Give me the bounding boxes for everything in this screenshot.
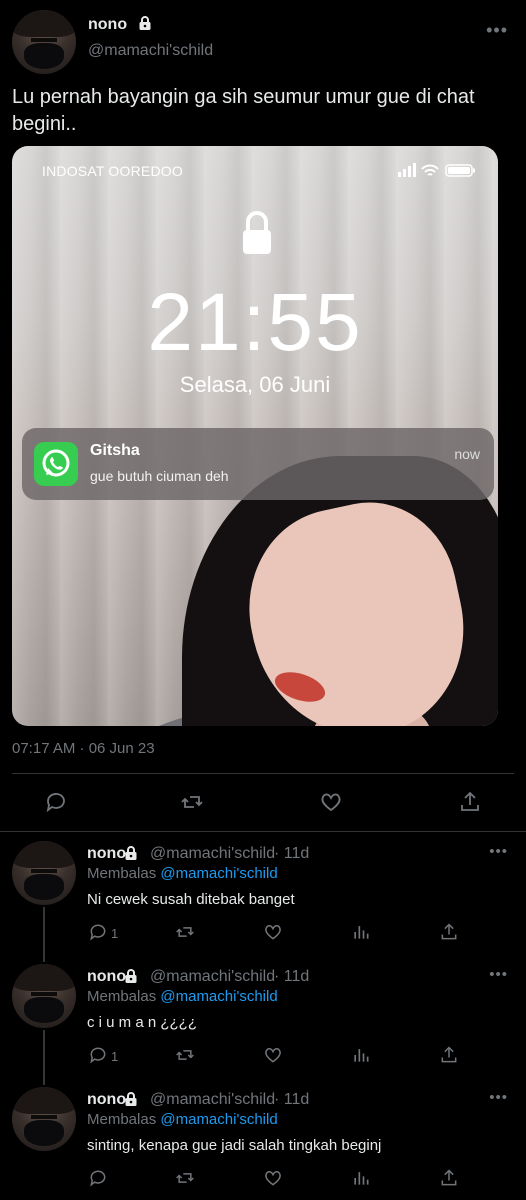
analytics-icon[interactable] [351,1045,371,1065]
reply-age[interactable]: · 11d [274,845,309,863]
reply-icon[interactable] [88,1168,108,1188]
notification-time: now [454,446,480,462]
reply-icon[interactable] [88,1045,108,1065]
protected-lock-icon [125,1092,137,1106]
reply-text: c i u m a n ¿¿¿¿ [87,1014,198,1031]
more-options-icon[interactable]: ••• [489,966,508,983]
reply-author-name[interactable]: nono [87,968,126,986]
more-options-icon[interactable]: ••• [489,843,508,860]
lock-screen-lock-icon [243,211,271,254]
replying-to: Membalas @mamachi'schild [87,865,278,882]
thread-line [43,1030,45,1085]
replying-to: Membalas @mamachi'schild [87,1111,278,1128]
lock-screen-clock: 21:55 [147,277,363,368]
reply-author-handle[interactable]: @mamachi'schild [150,845,275,863]
reply-avatar[interactable] [12,841,76,905]
more-options-icon[interactable]: ••• [486,20,508,41]
replying-prefix: Membalas [87,988,157,1005]
protected-lock-icon [125,846,137,860]
retweet-icon[interactable] [175,922,195,942]
replying-to-handle[interactable]: @mamachi'schild [160,1111,277,1128]
reply-author-name[interactable]: nono [87,1091,126,1109]
divider [12,773,514,774]
replying-prefix: Membalas [87,865,157,882]
protected-lock-icon [125,969,137,983]
notification-title: Gitsha [90,442,140,459]
carrier-label: INDOSAT OOREDOO [42,163,183,179]
share-icon[interactable] [458,790,482,814]
replying-to: Membalas @mamachi'schild [87,988,278,1005]
lock-screen-date: Selasa, 06 Juni [179,372,331,397]
like-icon[interactable] [263,1045,283,1065]
share-icon[interactable] [439,1045,459,1065]
reply-count: 1 [111,1049,119,1064]
notification-banner[interactable]: Gitsha gue butuh ciuman deh now [22,428,494,500]
like-icon[interactable] [263,1168,283,1188]
replying-prefix: Membalas [87,1111,157,1128]
reply-text: sinting, kenapa gue jadi salah tingkah b… [87,1137,382,1154]
reply-age[interactable]: · 11d [274,1091,309,1109]
reply-avatar[interactable] [12,964,76,1028]
analytics-icon[interactable] [351,1168,371,1188]
more-options-icon[interactable]: ••• [489,1089,508,1106]
author-avatar[interactable] [12,10,76,74]
status-bar-icons [398,163,475,177]
divider [0,831,526,832]
replying-to-handle[interactable]: @mamachi'schild [160,988,277,1005]
like-icon[interactable] [263,922,283,942]
like-icon[interactable] [319,790,343,814]
reply-icon[interactable] [44,790,68,814]
tweet-media-image[interactable]: INDOSAT OOREDOO 21:55 Selasa, 06 Juni Gi… [12,146,498,726]
thread-line [43,907,45,962]
share-icon[interactable] [439,922,459,942]
reply-author-name[interactable]: nono [87,845,126,863]
share-icon[interactable] [439,1168,459,1188]
protected-lock-icon [139,16,151,30]
author-handle[interactable]: @mamachi'schild [88,42,213,60]
reply-text: Ni cewek susah ditebak banget [87,891,295,908]
retweet-icon[interactable] [180,790,204,814]
author-name[interactable]: nono [88,16,127,33]
replying-to-handle[interactable]: @mamachi'schild [160,865,277,882]
tweet-timestamp[interactable]: 07:17 AM · 06 Jun 23 [12,740,155,757]
reply-icon[interactable] [88,922,108,942]
tweet-text: Lu pernah bayangin ga sih seumur umur gu… [12,86,475,135]
whatsapp-icon [34,442,78,486]
reply-author-handle[interactable]: @mamachi'schild [150,1091,275,1109]
reply-avatar[interactable] [12,1087,76,1151]
retweet-icon[interactable] [175,1045,195,1065]
reply-author-handle[interactable]: @mamachi'schild [150,968,275,986]
retweet-icon[interactable] [175,1168,195,1188]
reply-age[interactable]: · 11d [274,968,309,986]
author-name-row[interactable]: nono [88,16,152,34]
notification-body: gue butuh ciuman deh [90,468,229,484]
reply-count: 1 [111,926,119,941]
analytics-icon[interactable] [351,922,371,942]
